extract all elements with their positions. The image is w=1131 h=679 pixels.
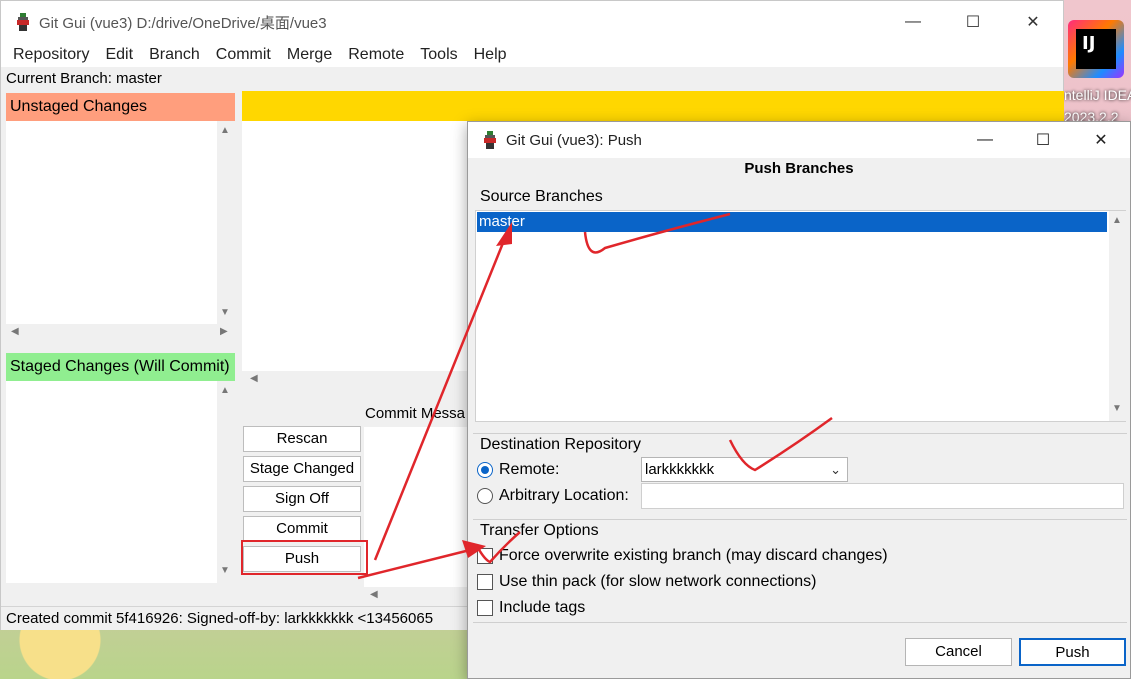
button-row-divider: [473, 622, 1127, 623]
remote-radio[interactable]: [477, 462, 493, 478]
transfer-group-divider: [473, 519, 1127, 520]
force-overwrite-row[interactable]: Force overwrite existing branch (may dis…: [477, 547, 888, 565]
menu-remote[interactable]: Remote: [340, 46, 412, 64]
close-icon[interactable]: ✕: [1072, 122, 1130, 158]
stage-changed-button[interactable]: Stage Changed: [243, 456, 361, 482]
menu-merge[interactable]: Merge: [279, 46, 340, 64]
source-list-scrollbar[interactable]: ▲ ▼: [1109, 211, 1126, 421]
diff-header-bar: [242, 91, 1064, 121]
source-branches-list[interactable]: master ▲ ▼: [475, 210, 1126, 422]
maximize-icon[interactable]: ☐: [943, 1, 1003, 43]
intellij-idea-shortcut-icon[interactable]: IJ: [1068, 20, 1124, 78]
include-tags-label: Include tags: [499, 599, 586, 616]
push-branches-heading: Push Branches: [744, 160, 854, 177]
minimize-icon[interactable]: —: [883, 1, 943, 43]
scroll-left-icon[interactable]: ◀: [370, 589, 378, 600]
scroll-down-icon[interactable]: ▼: [220, 565, 230, 576]
current-branch-label: Current Branch: master: [6, 70, 162, 87]
minimize-icon[interactable]: —: [956, 122, 1014, 158]
unstaged-file-list[interactable]: [6, 121, 217, 324]
transfer-options-label: Transfer Options: [480, 522, 599, 539]
git-gui-app-icon: [17, 13, 29, 31]
menu-help[interactable]: Help: [466, 46, 515, 64]
commit-button[interactable]: Commit: [243, 516, 361, 542]
menu-bar: Repository Edit Branch Commit Merge Remo…: [1, 43, 1063, 67]
remote-radio-label: Remote:: [499, 461, 560, 478]
main-window-title: Git Gui (vue3) D:/drive/OneDrive/桌面/vue3: [39, 14, 327, 32]
commit-message-label: Commit Messa: [365, 405, 466, 422]
destination-repository-label: Destination Repository: [480, 436, 641, 453]
thin-pack-row[interactable]: Use thin pack (for slow network connecti…: [477, 573, 816, 591]
force-overwrite-checkbox[interactable]: [477, 548, 493, 564]
unstaged-changes-header: Unstaged Changes: [6, 93, 235, 121]
sign-off-button[interactable]: Sign Off: [243, 486, 361, 512]
menu-repository[interactable]: Repository: [5, 46, 97, 64]
unstaged-horizontal-scrollbar[interactable]: ◀ ▶: [6, 324, 235, 341]
source-branches-label: Source Branches: [480, 188, 603, 205]
maximize-icon[interactable]: ☐: [1014, 122, 1072, 158]
rescan-button[interactable]: Rescan: [243, 426, 361, 452]
menu-tools[interactable]: Tools: [412, 46, 465, 64]
chevron-down-icon[interactable]: ⌄: [830, 458, 841, 481]
push-dialog-titlebar[interactable]: Git Gui (vue3): Push — ☐ ✕: [468, 122, 1130, 158]
unstaged-vertical-scrollbar[interactable]: ▲ ▼: [217, 121, 234, 324]
intellij-logo-text: IJ: [1076, 29, 1116, 69]
staged-changes-header: Staged Changes (Will Commit): [6, 353, 235, 381]
thin-pack-label: Use thin pack (for slow network connecti…: [499, 573, 817, 590]
thin-pack-checkbox[interactable]: [477, 574, 493, 590]
commit-message-input[interactable]: [364, 427, 474, 587]
menu-edit[interactable]: Edit: [97, 46, 141, 64]
remote-radio-row[interactable]: Remote:: [477, 461, 559, 479]
menu-branch[interactable]: Branch: [141, 46, 208, 64]
diff-horizontal-scrollbar[interactable]: ◀: [242, 371, 472, 388]
scroll-left-icon[interactable]: ◀: [11, 326, 19, 337]
push-button-annotation-box: [241, 540, 368, 575]
shortcut-label-line1: ntelliJ IDEA: [1064, 87, 1131, 103]
arbitrary-radio-row[interactable]: Arbitrary Location:: [477, 487, 629, 505]
scroll-up-icon[interactable]: ▲: [220, 385, 230, 396]
destination-group-divider: [473, 433, 1127, 434]
close-icon[interactable]: ✕: [1003, 1, 1063, 43]
include-tags-row[interactable]: Include tags: [477, 599, 585, 617]
scroll-down-icon[interactable]: ▼: [1112, 403, 1122, 414]
scroll-up-icon[interactable]: ▲: [220, 125, 230, 136]
staged-vertical-scrollbar[interactable]: ▲ ▼: [217, 381, 234, 583]
dialog-push-button[interactable]: Push: [1019, 638, 1126, 666]
scroll-right-icon[interactable]: ▶: [220, 326, 228, 337]
scroll-left-icon[interactable]: ◀: [250, 373, 258, 384]
push-dialog: Git Gui (vue3): Push — ☐ ✕ Push Branches…: [467, 121, 1131, 679]
commit-horizontal-scrollbar[interactable]: ◀: [364, 587, 472, 604]
remote-select[interactable]: larkkkkkkk ⌄: [641, 457, 848, 482]
git-gui-app-icon: [484, 131, 496, 149]
include-tags-checkbox[interactable]: [477, 600, 493, 616]
scroll-up-icon[interactable]: ▲: [1112, 215, 1122, 226]
menu-commit[interactable]: Commit: [208, 46, 279, 64]
remote-select-value: larkkkkkkk: [645, 461, 715, 478]
branch-item-master[interactable]: master: [477, 212, 1107, 232]
arbitrary-location-radio[interactable]: [477, 488, 493, 504]
main-titlebar[interactable]: Git Gui (vue3) D:/drive/OneDrive/桌面/vue3…: [1, 1, 1063, 43]
staged-horizontal-scrollbar[interactable]: [6, 583, 235, 600]
staged-file-list[interactable]: [6, 381, 217, 583]
arbitrary-location-input[interactable]: [641, 483, 1124, 509]
force-overwrite-label: Force overwrite existing branch (may dis…: [499, 547, 888, 564]
push-dialog-title: Git Gui (vue3): Push: [506, 131, 642, 149]
arbitrary-location-label: Arbitrary Location:: [499, 487, 629, 504]
cancel-button[interactable]: Cancel: [905, 638, 1012, 666]
scroll-down-icon[interactable]: ▼: [220, 307, 230, 318]
